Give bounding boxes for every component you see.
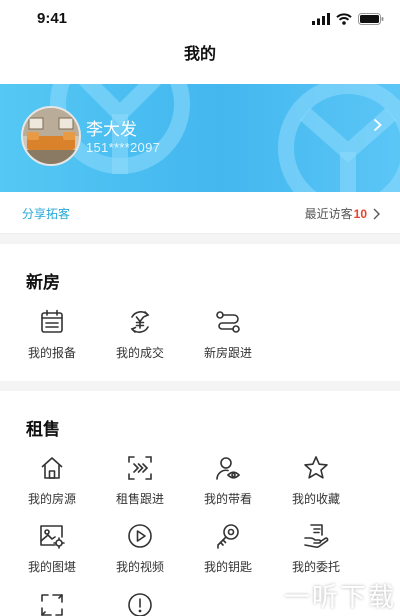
section-title-new-house: 新房 xyxy=(26,273,60,292)
hand-document-icon xyxy=(304,524,329,548)
grid-item-my-videos[interactable]: 我的视频 xyxy=(100,522,180,575)
share-customer-link[interactable]: 分享拓客 xyxy=(22,205,70,222)
watermark-logo-icon: 听 xyxy=(244,579,278,612)
calendar-icon xyxy=(41,309,63,333)
grid-item-label: 我的收藏 xyxy=(291,492,340,506)
status-time: 9:41 xyxy=(37,10,68,27)
share-row: 分享拓客 最近访客 10 xyxy=(0,192,400,234)
yuan-cycle-icon xyxy=(130,311,150,333)
grid-item-label: 我的房源 xyxy=(27,492,76,506)
grid-item-label: 我的报备 xyxy=(27,346,76,360)
page-title: 我的 xyxy=(183,46,216,63)
grid-item-my-keys[interactable]: 我的钥匙 xyxy=(188,522,268,575)
chevron-right-icon xyxy=(373,208,380,219)
grid-item-label: 我的带看 xyxy=(203,492,252,506)
grid-item-new-house-follow[interactable]: 新房跟进 xyxy=(188,308,268,361)
section-title-rent-sale: 租售 xyxy=(26,420,60,439)
recent-visitors-label: 最近访客 xyxy=(304,207,353,221)
grid-item-my-deal[interactable]: 我的成交 xyxy=(100,308,180,361)
grid-item-my-survey-images[interactable]: 我的图堪 xyxy=(12,522,92,575)
battery-icon xyxy=(358,13,384,25)
scan-forward-icon xyxy=(128,456,152,480)
chevron-right-icon xyxy=(373,118,382,132)
recent-visitors-count: 10 xyxy=(353,206,367,221)
grid-item-label: 新房跟进 xyxy=(203,346,252,360)
image-gear-icon xyxy=(40,525,65,549)
grid-item-label: 我的委托 xyxy=(291,560,340,574)
user-phone: 151****2097 xyxy=(86,140,161,155)
key-icon xyxy=(217,524,239,549)
grid-item-rent-sale-follow[interactable]: 租售跟进 xyxy=(100,454,180,507)
user-eye-icon xyxy=(216,457,241,480)
play-circle-icon xyxy=(128,524,152,548)
grid-item-my-listings[interactable]: 我的房源 xyxy=(12,454,92,507)
grid-item-label: 租售跟进 xyxy=(115,492,164,506)
section-divider xyxy=(0,234,400,244)
user-name: 李大发 xyxy=(86,120,137,139)
status-icons xyxy=(312,12,384,26)
watermark: 听 一听下载 xyxy=(244,577,396,614)
grid-item-my-report[interactable]: 我的报备 xyxy=(12,308,92,361)
alert-circle-icon xyxy=(128,593,152,616)
grid-item-partial-2[interactable] xyxy=(100,591,180,616)
grid-item-partial-1[interactable] xyxy=(12,591,92,616)
grid-item-label: 我的视频 xyxy=(115,560,164,574)
grid-item-label: 我的图堪 xyxy=(27,560,76,574)
grid-item-label: 我的钥匙 xyxy=(203,560,252,574)
grid-item-my-showings[interactable]: 我的带看 xyxy=(188,454,268,507)
recent-visitors[interactable]: 最近访客 10 xyxy=(305,205,380,222)
house-icon xyxy=(41,457,63,479)
avatar-photo xyxy=(23,108,79,164)
grid-item-label: 我的成交 xyxy=(115,346,164,360)
star-icon xyxy=(304,456,328,479)
grid-item-my-favorites[interactable]: 我的收藏 xyxy=(276,454,356,507)
signal-icon xyxy=(312,13,330,25)
grid-item-my-commissions[interactable]: 我的委托 xyxy=(276,522,356,575)
status-bar: 9:41 xyxy=(0,0,400,36)
section-divider xyxy=(0,381,400,391)
wifi-icon xyxy=(336,13,352,25)
exchange-arrows-icon xyxy=(41,594,63,616)
route-icon xyxy=(216,311,240,333)
avatar[interactable] xyxy=(21,106,81,166)
watermark-text: 一听下载 xyxy=(283,582,396,612)
profile-banner[interactable]: 李大发 151****2097 xyxy=(0,84,400,192)
svg-text:听: 听 xyxy=(253,587,271,608)
